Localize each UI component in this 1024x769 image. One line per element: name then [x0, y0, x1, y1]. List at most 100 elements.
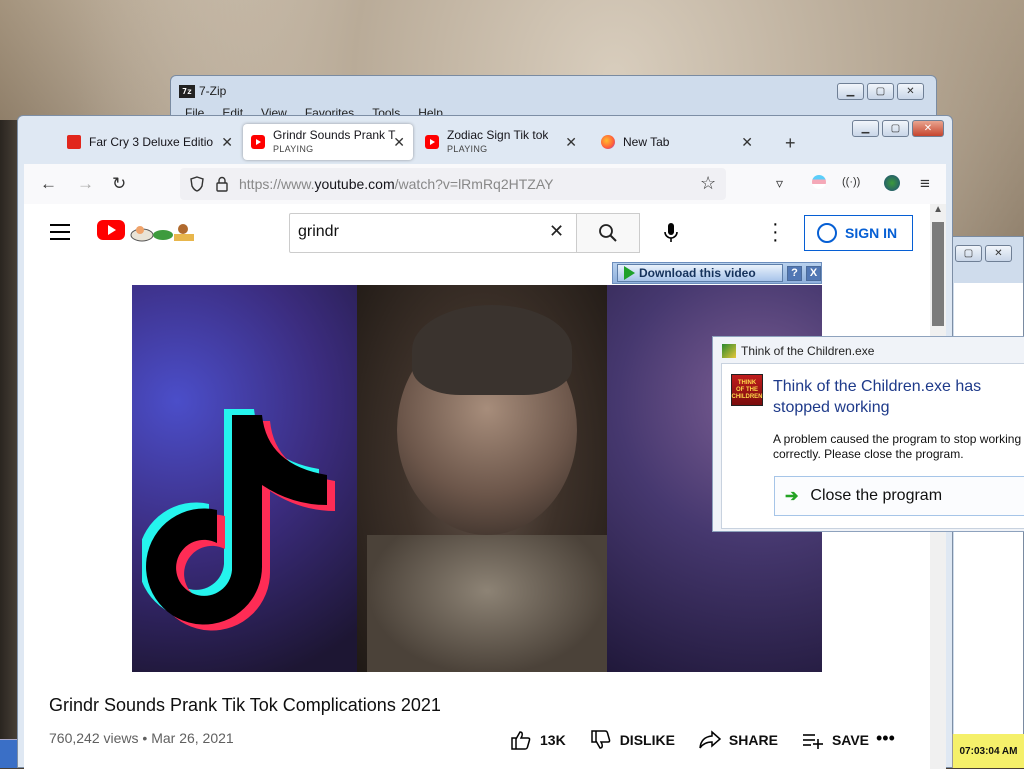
youtube-header: grindr ✕ · · · SIGN IN — [24, 204, 930, 260]
firefox-icon — [601, 135, 615, 149]
error-dialog-titlebar: Think of the Children.exe — [722, 344, 874, 358]
settings-more-icon[interactable]: · · · — [772, 214, 779, 250]
url-bar[interactable]: https://www.youtube.com/watch?v=lRmRq2HT… — [180, 168, 726, 200]
url-path: /watch?v=lRmRq2HTZAY — [394, 176, 554, 192]
browser-window-controls: ▁ ▢ ✕ — [852, 120, 944, 137]
new-tab-button[interactable]: + — [785, 133, 796, 154]
shield-icon[interactable] — [189, 176, 205, 192]
taskbar-clock[interactable]: 07:03:04 AM — [952, 734, 1024, 768]
maximize-button[interactable]: ▢ — [955, 245, 982, 262]
reload-icon[interactable]: ↻ — [112, 174, 126, 194]
thumbs-down-icon — [590, 730, 611, 749]
bookmark-star-icon[interactable]: ☆ — [700, 173, 716, 194]
video-fur-blanket — [367, 535, 607, 672]
video-center-panel — [357, 285, 607, 672]
dislike-label: DISLIKE — [619, 732, 675, 748]
error-dialog[interactable]: Think of the Children.exe THINK OF THE CHI… — [712, 336, 1024, 532]
tab-far-cry[interactable]: Far Cry 3 Deluxe Editio ✕ — [67, 124, 241, 160]
download-helper-bar: Download this video ? X — [612, 262, 822, 284]
lock-icon[interactable] — [215, 176, 229, 192]
voice-search-button[interactable] — [656, 218, 686, 248]
close-button[interactable]: ✕ — [912, 120, 944, 137]
video-title: Grindr Sounds Prank Tik Tok Complication… — [49, 695, 441, 715]
search-input[interactable]: grindr — [289, 213, 577, 253]
sign-in-label: SIGN IN — [845, 225, 898, 241]
tab-new-tab[interactable]: New Tab ✕ — [601, 124, 761, 160]
play-icon — [624, 266, 635, 280]
microphone-icon — [664, 223, 678, 242]
scroll-thumb[interactable] — [932, 222, 944, 326]
tiktok-logo-icon — [142, 409, 335, 631]
share-button[interactable]: SHARE — [699, 730, 778, 750]
tab-title: Far Cry 3 Deluxe Editio — [89, 135, 214, 149]
scroll-up-arrow-icon[interactable]: ▲ — [933, 204, 943, 215]
url-domain: youtube.com — [314, 176, 395, 192]
close-button[interactable]: ✕ — [985, 245, 1012, 262]
youtube-icon — [425, 135, 439, 149]
close-tab-icon[interactable]: ✕ — [221, 134, 233, 151]
view-count: 760,242 views — [49, 730, 139, 746]
tab-title: Zodiac Sign Tik tok — [447, 128, 549, 142]
hamburger-menu-icon[interactable] — [50, 224, 70, 245]
thumbs-up-icon — [511, 731, 531, 750]
save-label: SAVE — [831, 732, 870, 748]
sign-in-button[interactable]: SIGN IN — [804, 215, 913, 251]
search-button[interactable] — [576, 213, 640, 253]
globe-extension-icon[interactable] — [884, 175, 900, 191]
close-program-button[interactable]: ➔ Close the program — [774, 476, 1024, 516]
minimize-button[interactable]: ▁ — [837, 83, 864, 100]
help-button[interactable]: ? — [787, 265, 802, 281]
close-download-bar-button[interactable]: X — [806, 265, 821, 281]
maximize-button[interactable]: ▢ — [882, 120, 909, 137]
zip-app-icon: 7z — [179, 84, 195, 98]
navigation-bar: ← → ↻ https://www.youtube.com/watch?v=lR… — [24, 164, 946, 204]
share-icon — [699, 730, 721, 749]
pocket-icon[interactable]: ▿ — [776, 175, 783, 192]
clear-search-icon[interactable]: ✕ — [549, 221, 564, 242]
error-dialog-body: THINK OF THE CHILDREN Think of the Childre… — [721, 363, 1024, 529]
taskbar-start-area[interactable] — [0, 739, 17, 768]
share-label: SHARE — [728, 732, 778, 748]
lock-icon — [67, 135, 81, 149]
like-button[interactable]: 13K — [510, 730, 566, 750]
error-heading: Think of the Children.exe has stopped wo… — [773, 378, 982, 416]
extension-icon[interactable]: ((·)) — [842, 176, 860, 188]
zip-titlebar: 7z 7-Zip — [179, 84, 226, 98]
youtube-logo[interactable] — [97, 220, 125, 240]
video-meta: 760,242 views • Mar 26, 2021 — [49, 730, 234, 746]
tab-title: New Tab — [623, 135, 670, 149]
think-of-the-children-logo: THINK OF THE CHILDREN — [731, 374, 763, 406]
tab-zodiac[interactable]: Zodiac Sign Tik tok PLAYING ✕ — [425, 124, 585, 160]
error-description: A problem caused the program to stop wor… — [773, 432, 1022, 461]
download-video-button[interactable]: Download this video — [617, 264, 783, 282]
forward-arrow-icon[interactable]: → — [77, 174, 94, 194]
extension-flag-icon[interactable] — [812, 175, 826, 189]
app-icon — [722, 344, 736, 358]
url-prefix: https://www. — [239, 176, 315, 192]
dislike-button[interactable]: DISLIKE — [590, 730, 675, 750]
like-count: 13K — [540, 732, 566, 748]
download-label: Download this video — [639, 266, 756, 280]
tab-strip: Far Cry 3 Deluxe Editio ✕ Grindr Sounds … — [25, 124, 946, 164]
green-arrow-icon: ➔ — [785, 488, 799, 505]
save-button[interactable]: SAVE — [802, 730, 869, 750]
back-arrow-icon[interactable]: ← — [40, 174, 57, 194]
close-button[interactable]: ✕ — [897, 83, 924, 100]
publish-date: Mar 26, 2021 — [151, 730, 234, 746]
close-program-label: Close the program — [810, 487, 943, 504]
user-avatar-icon — [817, 223, 837, 243]
menu-icon[interactable]: ≡ — [920, 174, 930, 194]
error-dialog-title: Think of the Children.exe — [741, 344, 875, 358]
zip-title-text: 7-Zip — [199, 84, 227, 98]
more-actions-button[interactable]: ••• — [876, 728, 895, 749]
minimize-button[interactable]: ▁ — [852, 120, 879, 137]
tab-playing-label: PLAYING — [447, 144, 488, 154]
right-window-controls: ▢ ✕ — [955, 245, 1012, 262]
close-tab-icon[interactable]: ✕ — [565, 134, 577, 151]
close-tab-icon[interactable]: ✕ — [741, 134, 753, 151]
doodle-logo-icon[interactable] — [128, 221, 198, 243]
close-tab-icon[interactable]: ✕ — [393, 134, 405, 151]
tab-grindr[interactable]: Grindr Sounds Prank T PLAYING ✕ — [243, 124, 413, 160]
url-text[interactable]: https://www.youtube.com/watch?v=lRmRq2HT… — [239, 176, 553, 192]
maximize-button[interactable]: ▢ — [867, 83, 894, 100]
